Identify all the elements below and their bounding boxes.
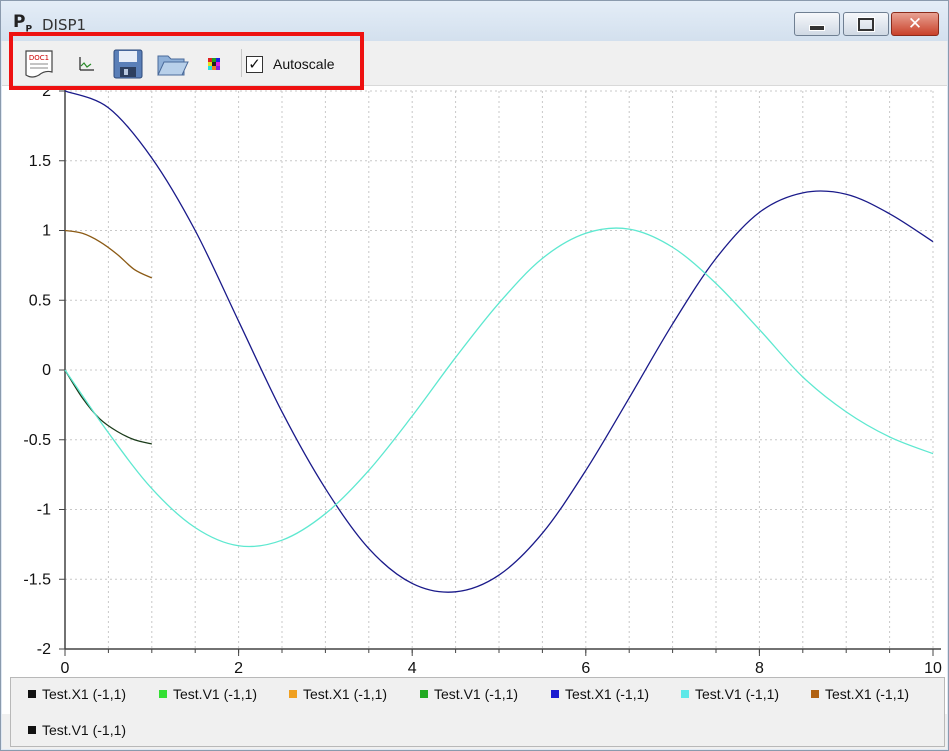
legend-swatch (420, 690, 428, 698)
x-tick-label: 0 (61, 660, 70, 677)
legend-label: Test.X1 (-1,1) (565, 686, 650, 702)
legend-swatch (28, 690, 36, 698)
plot-window: PP DISP1 ✕ DOC1 ✓ Autoscale 0 2 4 6 8 10… (0, 0, 949, 751)
legend-swatch (681, 690, 689, 698)
close-button[interactable]: ✕ (891, 12, 939, 36)
y-tick-label: 0.5 (29, 292, 51, 309)
maximize-icon (858, 17, 874, 31)
legend-item[interactable]: Test.X1 (-1,1) (289, 686, 387, 702)
legend-label: Test.V1 (-1,1) (695, 686, 780, 702)
legend-item[interactable]: Test.X1 (-1,1) (28, 686, 126, 702)
check-icon: ✓ (248, 55, 261, 73)
client-area: DOC1 ✓ Autoscale 0 2 4 6 8 10 2 1.5 1 0.… (2, 41, 947, 749)
save-button[interactable] (111, 47, 145, 81)
legend-label: Test.V1 (-1,1) (42, 722, 127, 738)
legend-item[interactable]: Test.X1 (-1,1) (551, 686, 649, 702)
document-button[interactable]: DOC1 (23, 47, 57, 81)
x-tick-label: 6 (581, 660, 590, 677)
legend-item[interactable]: Test.V1 (-1,1) (681, 686, 779, 702)
close-icon: ✕ (907, 13, 923, 34)
axis-button[interactable] (69, 47, 103, 81)
legend-swatch (811, 690, 819, 698)
legend-swatch (551, 690, 559, 698)
legend-item[interactable]: Test.V1 (-1,1) (420, 686, 518, 702)
color-palette-icon (208, 58, 220, 70)
axis-icon (79, 57, 94, 71)
x-tick-label: 10 (924, 660, 942, 677)
y-tick-label: 1.5 (29, 153, 51, 170)
save-icon (113, 49, 143, 79)
legend-item[interactable]: Test.V1 (-1,1) (159, 686, 257, 702)
legend-swatch (159, 690, 167, 698)
minimize-button[interactable] (794, 12, 840, 36)
x-tick-label: 4 (408, 660, 417, 677)
y-tick-label: 2 (42, 86, 51, 100)
legend-label: Test.X1 (-1,1) (825, 686, 910, 702)
plot-area[interactable]: 024681021.510.50-0.5-1-1.5-2Time (s) (2, 86, 947, 714)
legend-item[interactable]: Test.V1 (-1,1) (28, 722, 126, 738)
app-icon: PP (13, 12, 33, 35)
document-icon-label: DOC1 (29, 54, 49, 62)
autoscale-toggle[interactable]: ✓ Autoscale (246, 53, 334, 75)
y-tick-label: -1.5 (23, 571, 51, 588)
legend-item[interactable]: Test.X1 (-1,1) (811, 686, 909, 702)
legend-label: Test.X1 (-1,1) (303, 686, 388, 702)
legend-swatch (28, 726, 36, 734)
legend-label: Test.V1 (-1,1) (434, 686, 519, 702)
window-title: DISP1 (42, 16, 87, 34)
legend-swatch (289, 690, 297, 698)
y-tick-label: 0 (42, 362, 51, 379)
x-tick-label: 8 (755, 660, 764, 677)
autoscale-label: Autoscale (273, 56, 335, 72)
y-tick-label: -0.5 (23, 432, 51, 449)
toolbar: DOC1 ✓ Autoscale (2, 41, 947, 86)
y-tick-label: -2 (37, 641, 51, 658)
open-folder-button[interactable] (155, 47, 189, 81)
minimize-icon (809, 25, 825, 31)
x-tick-label: 2 (234, 660, 243, 677)
toolbar-separator (241, 49, 242, 77)
maximize-button[interactable] (843, 12, 889, 36)
legend-label: Test.X1 (-1,1) (42, 686, 127, 702)
time-series-chart: 024681021.510.50-0.5-1-1.5-2Time (s) (23, 86, 942, 706)
open-folder-icon (157, 55, 189, 76)
legend: Test.X1 (-1,1) Test.V1 (-1,1) Test.X1 (-1,… (10, 677, 945, 747)
autoscale-checkbox[interactable]: ✓ (246, 55, 263, 73)
legend-label: Test.V1 (-1,1) (173, 686, 258, 702)
document-icon: DOC1 (25, 50, 53, 78)
color-palette-button[interactable] (197, 47, 231, 81)
y-tick-label: -1 (37, 502, 51, 519)
y-tick-label: 1 (42, 223, 51, 240)
title-bar[interactable]: PP DISP1 ✕ (1, 1, 948, 41)
